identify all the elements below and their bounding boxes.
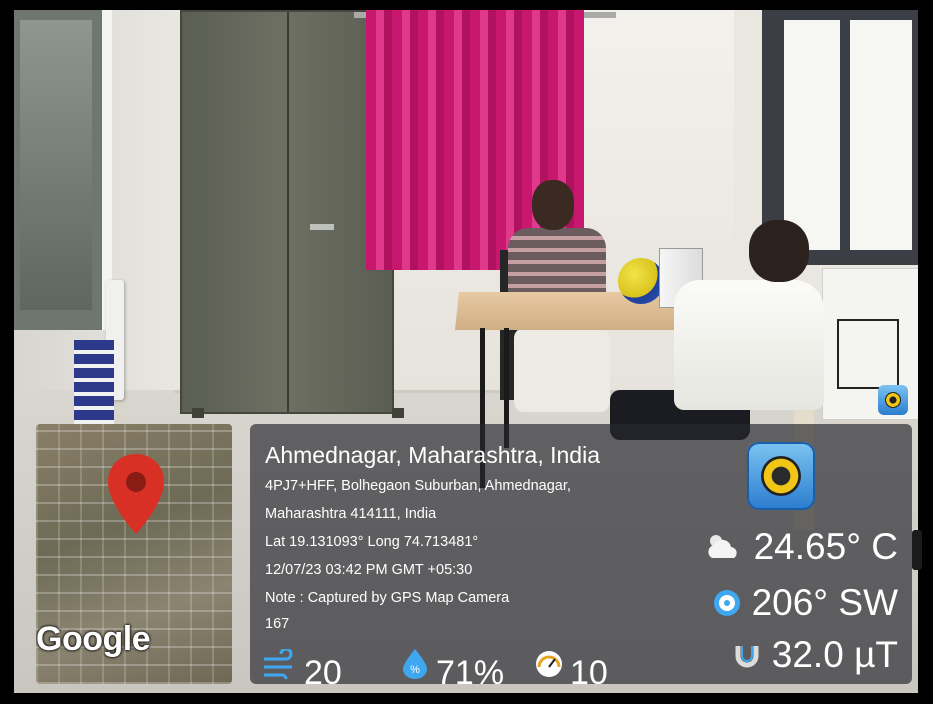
poster-figure — [837, 319, 899, 389]
wind-speed-value: 20 — [304, 654, 342, 684]
gps-info-panel: Ahmednagar, Maharashtra, India 4PJ7+HFF,… — [250, 424, 912, 684]
person-seated-left-legs — [514, 328, 610, 412]
cloud-sun-icon — [704, 532, 744, 562]
address-line-2: Maharashtra 414111, India — [265, 506, 437, 522]
cupboard-lock — [310, 224, 334, 230]
cupboard-door-split — [287, 12, 289, 412]
magnetic-field-value: 32.0 µT — [771, 634, 898, 675]
map-pin-icon — [108, 454, 164, 534]
capture-note: Note : Captured by GPS Map Camera — [265, 590, 510, 606]
gps-map-camera-mini-icon — [878, 385, 908, 415]
gps-map-camera-app-icon — [747, 442, 815, 510]
coordinates: Lat 19.131093° Long 74.713481° — [265, 534, 479, 550]
wall-poster-left — [74, 340, 114, 430]
humidity-value: 71% — [436, 654, 505, 684]
camera-lens-icon — [885, 392, 901, 408]
temperature-row: 24.65° C — [704, 526, 898, 568]
wind-direction-value: 206° SW — [751, 582, 898, 623]
map-thumbnail: Google — [36, 424, 232, 684]
magnet-icon — [732, 640, 762, 670]
weather-bottom-row: 20 % 71% 10 — [262, 638, 622, 684]
temperature-value: 24.65° C — [753, 526, 898, 567]
door — [14, 10, 112, 330]
location-title: Ahmednagar, Maharashtra, India — [265, 442, 600, 468]
svg-text:%: % — [410, 664, 420, 676]
address-line-1: 4PJ7+HFF, Bolhegaon Suburban, Ahmednagar… — [265, 478, 571, 494]
gauge-icon — [534, 649, 564, 679]
magnetic-field-row: 32.0 µT — [732, 634, 898, 676]
person-seated-right — [674, 280, 824, 410]
pressure-item: 10 — [534, 640, 608, 684]
window-pane — [850, 20, 912, 250]
cupboard-feet — [192, 408, 404, 418]
altitude: 167 — [265, 616, 290, 632]
humidity-item: % 71% — [400, 640, 504, 684]
door-glass — [20, 20, 92, 310]
person-seated-left-head — [532, 180, 574, 230]
capture-datetime: 12/07/23 03:42 PM GMT +05:30 — [265, 562, 473, 578]
wind-icon — [262, 649, 298, 679]
wind-direction-row: 206° SW — [712, 582, 898, 624]
compass-icon — [712, 588, 742, 618]
volleyball — [618, 258, 664, 304]
person-seated-right-head — [749, 220, 809, 282]
steel-cupboard — [180, 10, 394, 414]
google-logo: Google — [36, 620, 151, 658]
camera-lens-icon — [761, 456, 801, 496]
window-pane — [784, 20, 840, 250]
wind-speed-item: 20 — [262, 640, 342, 684]
humidity-drop-icon: % — [400, 647, 430, 679]
phone-edge — [912, 530, 922, 570]
pressure-value: 10 — [570, 654, 608, 684]
